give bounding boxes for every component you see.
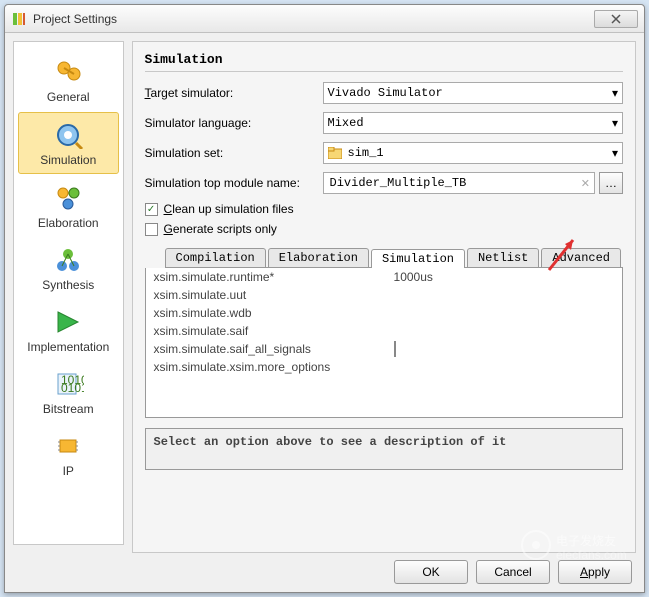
- property-name: xsim.simulate.saif_all_signals: [154, 342, 394, 356]
- sidebar-item-label: Implementation: [27, 340, 109, 354]
- tab-advanced[interactable]: Advanced: [541, 248, 621, 267]
- label-simulation-set: Simulation set:: [145, 146, 323, 160]
- label-top-module: Simulation top module name:: [145, 176, 323, 190]
- property-row[interactable]: xsim.simulate.saif_all_signals: [146, 340, 622, 358]
- sidebar-item-elaboration[interactable]: Elaboration: [18, 176, 119, 236]
- simulation-icon: [52, 119, 84, 151]
- sidebar-item-label: Elaboration: [38, 216, 99, 230]
- simulation-panel: Simulation Target simulator: Vivado Simu…: [132, 41, 636, 553]
- checkbox-icon: [145, 203, 158, 216]
- property-name: xsim.simulate.saif: [154, 324, 394, 338]
- clear-icon[interactable]: ✕: [581, 177, 590, 190]
- synthesis-icon: [52, 244, 84, 276]
- dialog-buttons: OK Cancel Apply: [394, 560, 632, 584]
- window-body: General Simulation Elaboration: [5, 33, 644, 553]
- sidebar-item-bitstream[interactable]: 10100101 Bitstream: [18, 362, 119, 422]
- implementation-icon: [52, 306, 84, 338]
- property-name: xsim.simulate.uut: [154, 288, 394, 302]
- input-value: Divider_Multiple_TB: [330, 176, 467, 190]
- sidebar: General Simulation Elaboration: [5, 33, 132, 553]
- sidebar-item-implementation[interactable]: Implementation: [18, 300, 119, 360]
- sidebar-item-label: Bitstream: [43, 402, 94, 416]
- folder-icon: [328, 147, 344, 159]
- bitstream-icon: 10100101: [52, 368, 84, 400]
- target-simulator-combo[interactable]: Vivado Simulator ▾: [323, 82, 623, 104]
- sidebar-item-ip[interactable]: IP: [18, 424, 119, 484]
- sidebar-item-label: Simulation: [40, 153, 96, 167]
- sidebar-item-simulation[interactable]: Simulation: [18, 112, 119, 174]
- tab-simulation[interactable]: Simulation: [371, 249, 465, 268]
- chevron-down-icon: ▾: [612, 86, 618, 100]
- checkbox-label: Generate scripts only: [164, 222, 277, 236]
- apply-button[interactable]: Apply: [558, 560, 632, 584]
- combo-value: sim_1: [348, 146, 384, 160]
- ellipsis-icon: …: [605, 176, 617, 190]
- property-value[interactable]: 1000us: [394, 270, 614, 284]
- property-value[interactable]: [394, 342, 614, 356]
- combo-value: Mixed: [328, 116, 364, 130]
- property-name: xsim.simulate.runtime*: [154, 270, 394, 284]
- chevron-down-icon: ▾: [612, 146, 618, 160]
- description-box: Select an option above to see a descript…: [145, 428, 623, 470]
- property-row[interactable]: xsim.simulate.uut: [146, 286, 622, 304]
- checkbox-label: Clean up simulation files: [164, 202, 294, 216]
- combo-value: Vivado Simulator: [328, 86, 443, 100]
- general-icon: [52, 56, 84, 88]
- sidebar-item-general[interactable]: General: [18, 50, 119, 110]
- options-tabs: Compilation Elaboration Simulation Netli…: [145, 248, 623, 418]
- label-target-simulator: Target simulator:: [145, 86, 323, 100]
- sidebar-item-label: Synthesis: [42, 278, 94, 292]
- cleanup-checkbox-row[interactable]: Clean up simulation files: [145, 202, 623, 216]
- sidebar-list: General Simulation Elaboration: [13, 41, 124, 545]
- project-settings-window: Project Settings General Simulation: [4, 4, 645, 593]
- tab-body: xsim.simulate.runtime* 1000us xsim.simul…: [145, 268, 623, 418]
- property-value[interactable]: [394, 324, 614, 338]
- browse-top-module-button[interactable]: …: [599, 172, 623, 194]
- window-close-button[interactable]: [594, 10, 638, 28]
- property-row[interactable]: xsim.simulate.runtime* 1000us: [146, 268, 622, 286]
- ip-icon: [52, 430, 84, 462]
- property-row[interactable]: xsim.simulate.wdb: [146, 304, 622, 322]
- window-title: Project Settings: [33, 12, 594, 26]
- property-row[interactable]: xsim.simulate.xsim.more_options: [146, 358, 622, 376]
- simulator-language-combo[interactable]: Mixed ▾: [323, 112, 623, 134]
- sidebar-item-label: IP: [63, 464, 74, 478]
- ok-button[interactable]: OK: [394, 560, 468, 584]
- property-row[interactable]: xsim.simulate.saif: [146, 322, 622, 340]
- genscripts-checkbox-row[interactable]: Generate scripts only: [145, 222, 623, 236]
- sidebar-item-label: General: [47, 90, 90, 104]
- svg-text:0101: 0101: [61, 381, 84, 395]
- top-module-input[interactable]: Divider_Multiple_TB ✕: [323, 172, 595, 194]
- property-name: xsim.simulate.xsim.more_options: [154, 360, 394, 374]
- tab-elaboration[interactable]: Elaboration: [268, 248, 369, 267]
- checkbox-icon[interactable]: [394, 341, 396, 357]
- tabstrip: Compilation Elaboration Simulation Netli…: [165, 248, 623, 268]
- property-value[interactable]: [394, 306, 614, 320]
- simulation-set-combo[interactable]: sim_1 ▾: [323, 142, 623, 164]
- close-icon: [611, 14, 621, 24]
- tab-compilation[interactable]: Compilation: [165, 248, 266, 267]
- main-panel: Simulation Target simulator: Vivado Simu…: [132, 33, 644, 553]
- app-icon: [11, 11, 27, 27]
- checkbox-icon: [145, 223, 158, 236]
- property-name: xsim.simulate.wdb: [154, 306, 394, 320]
- sidebar-item-synthesis[interactable]: Synthesis: [18, 238, 119, 298]
- panel-title: Simulation: [145, 52, 623, 72]
- cancel-button[interactable]: Cancel: [476, 560, 550, 584]
- property-value[interactable]: [394, 288, 614, 302]
- property-value[interactable]: [394, 360, 614, 374]
- titlebar: Project Settings: [5, 5, 644, 33]
- elaboration-icon: [52, 182, 84, 214]
- label-simulator-language: Simulator language:: [145, 116, 323, 130]
- chevron-down-icon: ▾: [612, 116, 618, 130]
- tab-netlist[interactable]: Netlist: [467, 248, 539, 267]
